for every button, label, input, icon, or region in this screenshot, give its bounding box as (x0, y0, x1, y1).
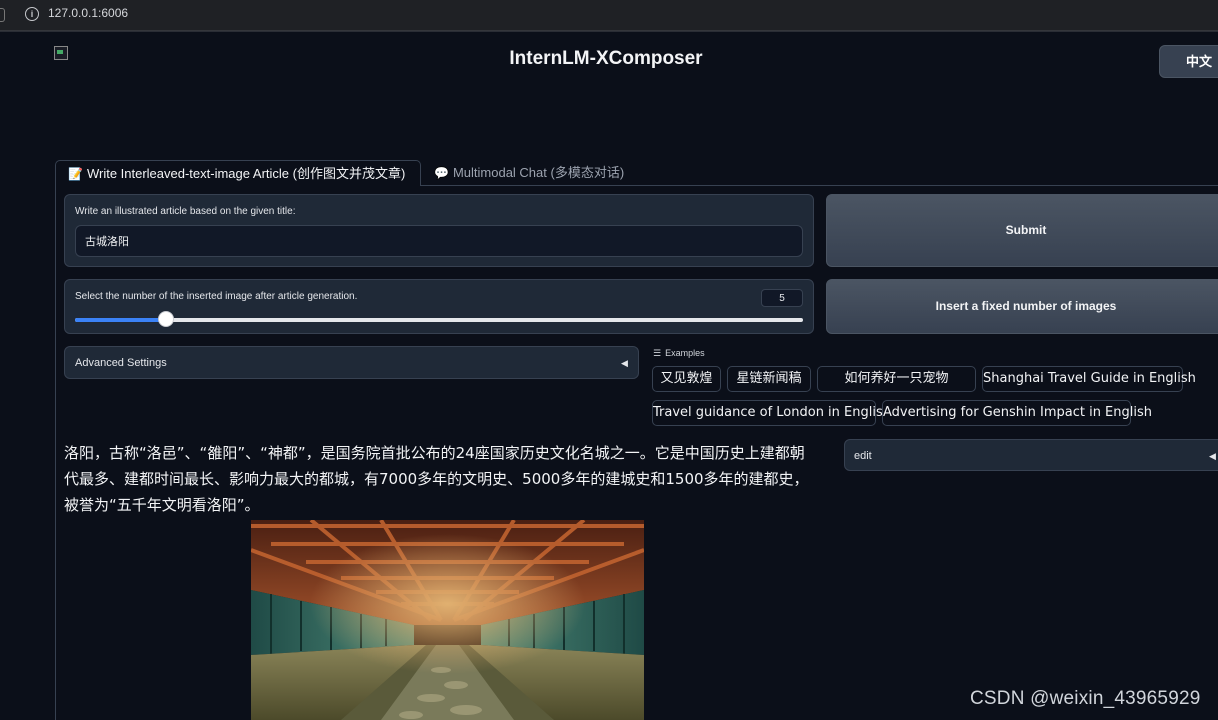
image-count-label: Select the number of the inserted image … (75, 291, 358, 302)
advanced-settings-accordion[interactable]: Advanced Settings ◀ (64, 346, 639, 379)
example-chip[interactable]: Shanghai Travel Guide in English (982, 366, 1196, 392)
caret-left-icon: ◀ (621, 358, 628, 368)
example-chip[interactable]: 又见敦煌 (652, 366, 721, 392)
examples-label: ☰ Examples (653, 348, 705, 359)
article-line: 洛阳，古称“洛邑”、“雒阳”、“神都”，是国务院首批公布的24座国家历史文化名城… (64, 444, 805, 462)
tab-label: Multimodal Chat (多模态对话) (452, 165, 625, 180)
article-line: 代最多、建都时间最长、影响力最大的都城，有7000多年的文明史、5000多年的建… (64, 470, 809, 488)
image-count-slider[interactable] (75, 311, 803, 327)
watermark-text: CSDN @weixin_43965929 (970, 688, 1201, 709)
tab-multimodal-chat[interactable]: 💬 Multimodal Chat (多模态对话) (422, 160, 636, 186)
browser-address-bar: i 127.0.0.1:6006 (0, 0, 1218, 31)
example-chip[interactable]: 星链新闻稿 (727, 366, 811, 392)
slider-thumb[interactable] (158, 311, 174, 327)
page-title: InternLM-XComposer (509, 48, 703, 69)
slider-fill (75, 318, 166, 322)
article-line: 被誉为“五千年文明看洛阳”。 (64, 496, 260, 514)
example-chip[interactable]: Travel guidance of London in English (652, 400, 891, 426)
insert-images-button[interactable]: Insert a fixed number of images (826, 279, 1218, 334)
sidebar-toggle-icon[interactable] (0, 8, 5, 22)
article-image (251, 520, 644, 720)
tab-write-article[interactable]: 📝 Write Interleaved-text-image Article (创… (55, 160, 421, 186)
article-output: 洛阳，古称“洛邑”、“雒阳”、“神都”，是国务院首批公布的24座国家历史文化名城… (64, 440, 836, 518)
image-count-number-input[interactable]: 5 (761, 289, 803, 307)
title-input[interactable] (75, 225, 803, 257)
title-input-label: Write an illustrated article based on th… (75, 206, 296, 217)
example-chip[interactable]: Advertising for Genshin Impact in Englis… (882, 400, 1152, 426)
language-toggle-button[interactable]: 中文 (1159, 45, 1218, 78)
edit-label: edit (854, 450, 872, 462)
memo-icon: 📝 (68, 167, 83, 181)
tab-label: Write Interleaved-text-image Article (创作… (86, 166, 406, 181)
speech-bubble-icon: 💬 (434, 166, 449, 180)
site-info-icon[interactable]: i (25, 7, 39, 21)
url-text[interactable]: 127.0.0.1:6006 (48, 6, 128, 20)
submit-button[interactable]: Submit (826, 194, 1218, 267)
page-divider (0, 31, 1218, 32)
excavation-site-image (251, 520, 644, 720)
list-icon: ☰ (653, 348, 662, 358)
examples-label-text: Examples (665, 348, 705, 358)
image-count-block: Select the number of the inserted image … (64, 279, 814, 334)
title-input-block: Write an illustrated article based on th… (64, 194, 814, 267)
caret-left-icon: ◀ (1209, 451, 1216, 461)
advanced-settings-label: Advanced Settings (75, 357, 167, 369)
edit-accordion[interactable]: edit ◀ (844, 439, 1218, 471)
example-chip[interactable]: 如何养好一只宠物 (817, 366, 976, 392)
